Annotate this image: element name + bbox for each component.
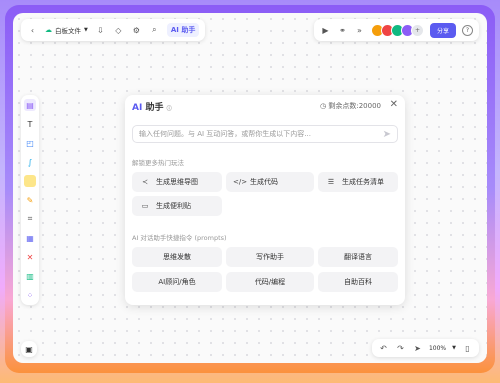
book-icon[interactable]: ▯: [462, 343, 473, 354]
search-icon[interactable]: ⌕: [149, 25, 160, 36]
feature-tasklist-button[interactable]: ☰ 生成任务清单: [318, 172, 398, 192]
top-left-toolbar: ‹ ☁ 白板文件 ▼ ⇩ ◇ ⚙ ⌕ AI 助手: [21, 19, 206, 41]
connector-icon[interactable]: ✕: [24, 251, 36, 263]
code-icon: </>: [233, 178, 248, 186]
redo-icon[interactable]: ↷: [395, 343, 406, 354]
feature-mindmap-button[interactable]: ≺ 生成思维导图: [132, 172, 222, 192]
template-icon[interactable]: ▤: [24, 99, 36, 111]
send-icon[interactable]: ➤: [383, 129, 391, 140]
file-name: 白板文件: [55, 27, 81, 35]
prompt-button[interactable]: 代码/编程: [226, 272, 314, 292]
pen-icon[interactable]: ∫: [24, 156, 36, 168]
file-menu[interactable]: ☁ 白板文件 ▼: [45, 25, 88, 35]
chevron-down-icon: ▼: [84, 27, 88, 33]
prompt-button[interactable]: 自助百科: [318, 272, 398, 292]
back-icon[interactable]: ‹: [27, 25, 38, 36]
tasklist-icon: ☰: [327, 178, 335, 186]
expand-icon[interactable]: »: [354, 25, 365, 36]
table-icon[interactable]: ▦: [24, 232, 36, 244]
remaining-points: ◷ 剩余点数:20000: [320, 102, 381, 110]
panel-title: AI 助手 ⓘ: [132, 103, 172, 113]
cloud-icon: ☁: [45, 26, 52, 34]
zoom-level[interactable]: 100%: [429, 345, 446, 352]
shape-icon[interactable]: ◰: [24, 137, 36, 149]
more-apps-icon[interactable]: ⁘: [24, 289, 36, 301]
bottom-right-toolbar: ↶ ↷ ➤ 100% ▼ ▯: [371, 339, 479, 357]
chart-icon[interactable]: ▥: [24, 270, 36, 282]
prompt-button[interactable]: AI顾问/角色: [132, 272, 222, 292]
brush-icon[interactable]: ✎: [24, 194, 36, 206]
left-toolbar: ▤ T ◰ ∫ ✎ ⌗ ▦ ✕ ▥ ⁘: [21, 95, 39, 305]
features-section-label: 解锁更多热门玩法: [132, 159, 184, 167]
prompt-button[interactable]: 思维发散: [132, 247, 222, 267]
ai-prompt-input[interactable]: 输入任何问题。与 AI 互动问答，或帮你生成以下内容... ➤: [132, 125, 398, 143]
input-placeholder: 输入任何问题。与 AI 互动问答，或帮你生成以下内容...: [139, 130, 311, 138]
close-icon[interactable]: ✕: [390, 99, 398, 110]
ai-assistant-panel: AI 助手 ⓘ ◷ 剩余点数:20000 ✕ 输入任何问题。与 AI 互动问答，…: [125, 95, 405, 305]
minimap-icon: ▣: [25, 344, 33, 354]
frame-icon[interactable]: ⌗: [24, 213, 36, 225]
collaborate-icon[interactable]: ⚭: [337, 25, 348, 36]
whiteboard-canvas[interactable]: ‹ ☁ 白板文件 ▼ ⇩ ◇ ⚙ ⌕ AI 助手 ▶ ⚭ » + 分享 ? ▤ …: [13, 13, 487, 363]
play-icon[interactable]: ▶: [320, 25, 331, 36]
feature-sticky-button[interactable]: ▭ 生成便利贴: [132, 196, 222, 216]
prompt-button[interactable]: 写作助手: [226, 247, 314, 267]
prompt-button[interactable]: 翻译语言: [318, 247, 398, 267]
prompts-section-label: AI 对话助手快捷指令 (prompts): [132, 234, 227, 242]
settings-icon[interactable]: ⚙: [131, 25, 142, 36]
top-right-toolbar: ▶ ⚭ » + 分享 ?: [313, 19, 479, 41]
tag-icon[interactable]: ◇: [113, 25, 124, 36]
text-icon[interactable]: T: [24, 118, 36, 130]
avatar-more: +: [410, 23, 424, 37]
info-icon: ⓘ: [166, 106, 172, 112]
avatar-group[interactable]: +: [370, 23, 424, 37]
mindmap-icon: ≺: [142, 178, 148, 186]
ai-assistant-button[interactable]: AI 助手: [166, 23, 200, 37]
share-button[interactable]: 分享: [429, 22, 456, 38]
export-icon[interactable]: ⇩: [95, 25, 106, 36]
undo-icon[interactable]: ↶: [378, 343, 389, 354]
minimap-button[interactable]: ▣: [21, 341, 37, 357]
sticky-note-icon[interactable]: [24, 175, 36, 187]
pointer-icon[interactable]: ➤: [412, 343, 423, 354]
clock-icon: ◷: [320, 102, 327, 110]
sticky-note-icon: ▭: [141, 202, 149, 210]
help-icon[interactable]: ?: [462, 24, 473, 36]
feature-code-button[interactable]: </> 生成代码: [226, 172, 314, 192]
chevron-down-icon[interactable]: ▼: [452, 345, 456, 351]
